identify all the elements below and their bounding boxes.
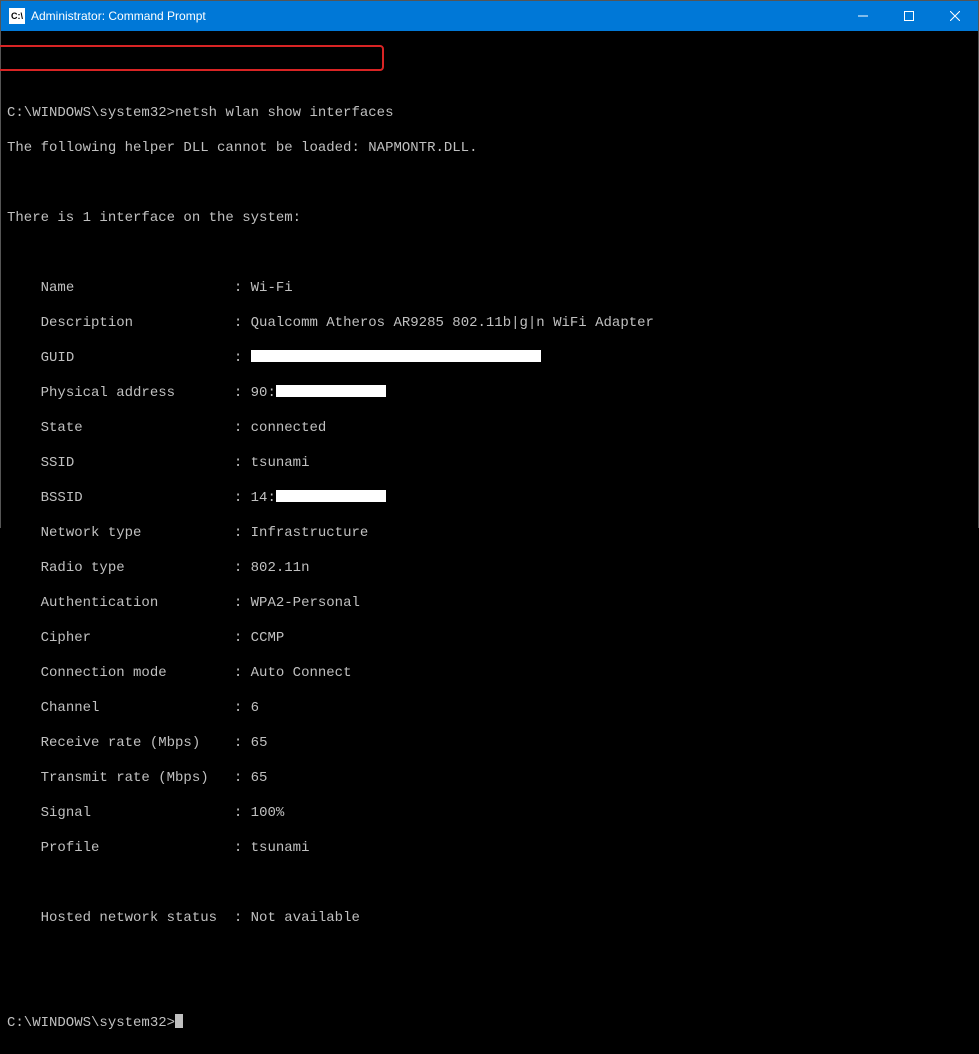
helper-suffix: NAPMONTR.DLL. <box>368 140 477 156</box>
field-value-rxrate: 65 <box>251 735 268 751</box>
cmd-icon: C:\ <box>9 8 25 24</box>
field-label-description: Description <box>41 315 133 333</box>
field-label-channel: Channel <box>41 700 100 718</box>
field-value-bssid-prefix: 14: <box>251 490 276 506</box>
field-value-state: connected <box>251 420 327 436</box>
maximize-button[interactable] <box>886 1 932 31</box>
field-label-bssid: BSSID <box>41 490 83 508</box>
field-value-cipher: CCMP <box>251 630 285 646</box>
maximize-icon <box>904 11 914 21</box>
field-label-rxrate: Receive rate (Mbps) <box>41 735 201 753</box>
redacted-guid <box>251 350 541 362</box>
field-value-txrate: 65 <box>251 770 268 786</box>
field-value-ssid: tsunami <box>251 455 310 471</box>
field-label-guid: GUID <box>41 350 75 368</box>
prompt-path-2: C:\WINDOWS\system32> <box>7 1015 175 1031</box>
field-value-hosted: Not available <box>251 910 360 926</box>
field-label-connmode: Connection mode <box>41 665 167 683</box>
terminal-cursor <box>175 1014 183 1028</box>
field-label-physaddr: Physical address <box>41 385 175 403</box>
minimize-icon <box>858 11 868 21</box>
field-value-physaddr-prefix: 90: <box>251 385 276 401</box>
redacted-bssid <box>276 490 386 502</box>
field-label-signal: Signal <box>41 805 91 823</box>
field-value-channel: 6 <box>251 700 259 716</box>
field-value-profile: tsunami <box>251 840 310 856</box>
prompt-path: C:\WINDOWS\system32> <box>7 105 175 121</box>
helper-prefix: The following helper DLL cannot be loade… <box>7 140 368 156</box>
field-label-hosted: Hosted network status <box>41 910 217 928</box>
field-label-cipher: Cipher <box>41 630 91 648</box>
field-label-profile: Profile <box>41 840 100 858</box>
titlebar[interactable]: C:\ Administrator: Command Prompt <box>1 1 978 31</box>
command-highlight <box>0 45 384 71</box>
field-label-ssid: SSID <box>41 455 75 473</box>
field-label-radiotype: Radio type <box>41 560 125 578</box>
field-label-auth: Authentication <box>41 595 159 613</box>
window-title: Administrator: Command Prompt <box>31 9 840 23</box>
window-controls <box>840 1 978 31</box>
entered-command: netsh wlan show interfaces <box>175 105 393 121</box>
field-value-description: Qualcomm Atheros AR9285 802.11b|g|n WiFi… <box>251 315 654 331</box>
field-value-connmode: Auto Connect <box>251 665 352 681</box>
field-value-signal: 100% <box>251 805 285 821</box>
minimize-button[interactable] <box>840 1 886 31</box>
interface-count: There is 1 interface on the system: <box>7 210 972 228</box>
field-label-name: Name <box>41 280 75 298</box>
field-label-state: State <box>41 420 83 438</box>
close-icon <box>950 11 960 21</box>
field-value-nettype: Infrastructure <box>251 525 369 541</box>
redacted-mac <box>276 385 386 397</box>
terminal-output[interactable]: C:\WINDOWS\system32>netsh wlan show inte… <box>1 31 978 1054</box>
field-value-name: Wi-Fi <box>251 280 293 296</box>
field-label-txrate: Transmit rate (Mbps) <box>41 770 209 788</box>
close-button[interactable] <box>932 1 978 31</box>
field-value-auth: WPA2-Personal <box>251 595 360 611</box>
field-value-radiotype: 802.11n <box>251 560 310 576</box>
